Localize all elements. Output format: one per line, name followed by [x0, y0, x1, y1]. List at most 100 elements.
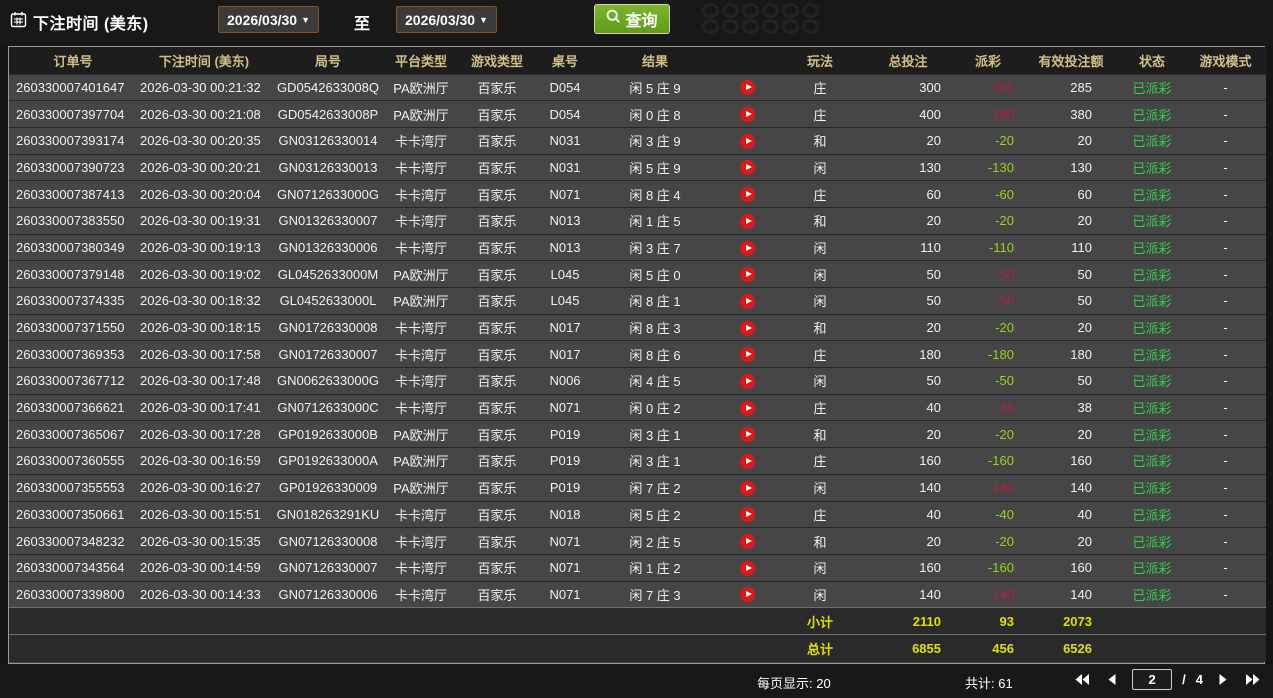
- play-video-icon[interactable]: [740, 401, 755, 416]
- status-badge: 已派彩: [1119, 234, 1185, 261]
- page-separator: /: [1182, 672, 1186, 687]
- table-number: N013: [537, 234, 593, 261]
- game-result: 闲 8 庄 6: [593, 341, 717, 368]
- table-number: N071: [537, 554, 593, 581]
- payout-value: -20: [953, 528, 1023, 555]
- table-number: N031: [537, 154, 593, 181]
- play-video-icon[interactable]: [740, 187, 755, 202]
- payout-value: -180: [953, 341, 1023, 368]
- payout-value: -60: [953, 181, 1023, 208]
- table-row: 260330007339800 2026-03-30 00:14:33 GN07…: [9, 581, 1266, 608]
- order-number: 260330007355553: [9, 474, 137, 501]
- table-row: 260330007355553 2026-03-30 00:16:27 GP01…: [9, 474, 1266, 501]
- payout-value: -20: [953, 127, 1023, 154]
- game-type: 百家乐: [457, 207, 537, 234]
- platform-type: PA欧洲厅: [385, 101, 457, 128]
- valid-bet-value: 20: [1023, 421, 1119, 448]
- play-video-icon[interactable]: [740, 374, 755, 389]
- platform-type: PA欧洲厅: [385, 448, 457, 475]
- status-badge: 已派彩: [1119, 341, 1185, 368]
- table-number: D054: [537, 74, 593, 101]
- play-video-icon[interactable]: [740, 561, 755, 576]
- game-result: 闲 8 庄 3: [593, 314, 717, 341]
- col-header-6: 结果: [593, 47, 717, 74]
- play-video-icon[interactable]: [740, 427, 755, 442]
- round-number: GN0712633000G: [271, 181, 385, 208]
- next-page-button[interactable]: [1213, 670, 1233, 690]
- platform-type: 卡卡湾厅: [385, 394, 457, 421]
- table-number: N006: [537, 368, 593, 395]
- date-from-value: 2026/03/30: [227, 12, 297, 28]
- play-video-icon[interactable]: [740, 294, 755, 309]
- calendar-icon: [10, 11, 27, 33]
- prev-page-button[interactable]: [1102, 670, 1122, 690]
- total-bet-value: 20: [863, 421, 953, 448]
- round-number: GL0452633000L: [271, 288, 385, 315]
- play-video-icon[interactable]: [740, 134, 755, 149]
- date-to-picker[interactable]: 2026/03/30 ▼: [396, 6, 497, 33]
- payout-value: -160: [953, 554, 1023, 581]
- play-video-icon[interactable]: [740, 267, 755, 282]
- last-page-button[interactable]: [1243, 670, 1263, 690]
- bet-time: 2026-03-30 00:15:35: [137, 528, 271, 555]
- game-result: 闲 0 庄 8: [593, 101, 717, 128]
- table-number: P019: [537, 474, 593, 501]
- page-number-input[interactable]: [1132, 669, 1172, 690]
- first-page-button[interactable]: [1072, 670, 1092, 690]
- col-header-0: 订单号: [9, 47, 137, 74]
- page-title: 下注时间 (美东): [33, 10, 149, 34]
- subtotal-row: 小计 2110 93 2073: [9, 608, 1266, 635]
- round-number: GN01726330008: [271, 314, 385, 341]
- platform-type: 卡卡湾厅: [385, 234, 457, 261]
- game-mode: -: [1185, 207, 1266, 234]
- table-number: L045: [537, 288, 593, 315]
- play-video-icon[interactable]: [740, 80, 755, 95]
- payout-value: 50: [953, 288, 1023, 315]
- payout-value: -50: [953, 368, 1023, 395]
- table-number: N018: [537, 501, 593, 528]
- game-mode: -: [1185, 314, 1266, 341]
- valid-bet-value: 140: [1023, 581, 1119, 608]
- platform-type: 卡卡湾厅: [385, 501, 457, 528]
- search-icon: [606, 9, 621, 29]
- play-video-icon[interactable]: [740, 160, 755, 175]
- total-bet-value: 60: [863, 181, 953, 208]
- play-video-icon[interactable]: [740, 321, 755, 336]
- platform-type: 卡卡湾厅: [385, 181, 457, 208]
- col-header-5: 桌号: [537, 47, 593, 74]
- play-video-icon[interactable]: [740, 347, 755, 362]
- col-header-9: 总投注: [863, 47, 953, 74]
- bet-play-type: 庄: [777, 181, 863, 208]
- table-row: 260330007380349 2026-03-30 00:19:13 GN01…: [9, 234, 1266, 261]
- game-result: 闲 8 庄 4: [593, 181, 717, 208]
- game-type: 百家乐: [457, 234, 537, 261]
- payout-value: -20: [953, 314, 1023, 341]
- play-video-icon[interactable]: [740, 454, 755, 469]
- valid-bet-value: 20: [1023, 528, 1119, 555]
- round-number: GN03126330014: [271, 127, 385, 154]
- play-video-icon[interactable]: [740, 587, 755, 602]
- play-video-icon[interactable]: [740, 107, 755, 122]
- play-video-icon[interactable]: [740, 534, 755, 549]
- play-video-icon[interactable]: [740, 214, 755, 229]
- valid-bet-value: 160: [1023, 448, 1119, 475]
- query-button[interactable]: 查询: [594, 4, 670, 34]
- game-mode: -: [1185, 127, 1266, 154]
- payout-value: -40: [953, 501, 1023, 528]
- order-number: 260330007397704: [9, 101, 137, 128]
- play-video-icon[interactable]: [740, 507, 755, 522]
- play-video-icon[interactable]: [740, 481, 755, 496]
- status-badge: 已派彩: [1119, 528, 1185, 555]
- platform-type: 卡卡湾厅: [385, 154, 457, 181]
- bet-play-type: 庄: [777, 74, 863, 101]
- total-bet-value: 400: [863, 101, 953, 128]
- page-size-label: 每页显示: 20: [757, 673, 831, 692]
- valid-bet-value: 60: [1023, 181, 1119, 208]
- date-from-picker[interactable]: 2026/03/30 ▼: [218, 6, 319, 33]
- game-result: 闲 4 庄 5: [593, 368, 717, 395]
- table-number: D054: [537, 101, 593, 128]
- bet-play-type: 和: [777, 207, 863, 234]
- order-number: 260330007369353: [9, 341, 137, 368]
- play-video-icon[interactable]: [740, 241, 755, 256]
- valid-bet-value: 380: [1023, 101, 1119, 128]
